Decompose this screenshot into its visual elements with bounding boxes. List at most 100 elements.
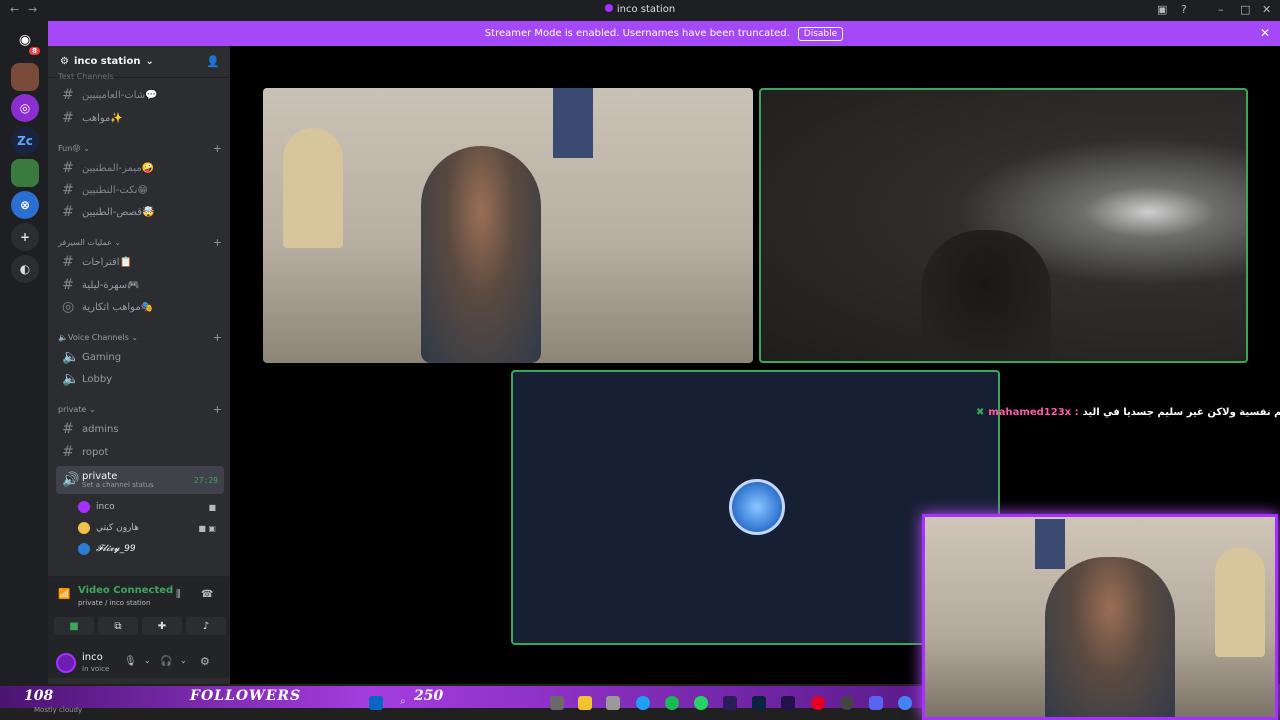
voice-channel-item[interactable]: 🔈 Lobby: [56, 369, 224, 389]
chrome-icon[interactable]: [898, 696, 912, 710]
lamp-image: [1215, 547, 1265, 657]
add-channel-icon[interactable]: +: [213, 331, 222, 344]
voice-location[interactable]: private / inco station: [78, 599, 150, 607]
channel-item[interactable]: # ميمز-المطنيين🤪: [56, 158, 224, 178]
after-effects-icon[interactable]: [781, 696, 795, 710]
participant-figure: [421, 146, 541, 363]
server-icon-zc[interactable]: Zc: [11, 127, 39, 155]
whatsapp-icon[interactable]: [694, 696, 708, 710]
screen-share-button[interactable]: ⧉: [98, 617, 138, 635]
channel-item[interactable]: # شات-العامينيين💬: [56, 85, 224, 105]
inbox-icon[interactable]: ▣: [1157, 3, 1167, 16]
premiere-icon[interactable]: [723, 696, 737, 710]
channel-item[interactable]: # مواهب✨: [56, 108, 224, 128]
voice-user[interactable]: 𝓕𝓵𝓲𝔁𝔂_99: [78, 540, 222, 558]
task-view-icon[interactable]: [550, 696, 564, 710]
pinterest-icon[interactable]: [811, 696, 825, 710]
category-private[interactable]: private ⌄ +: [58, 403, 224, 416]
edge-icon[interactable]: [636, 696, 650, 710]
add-channel-icon[interactable]: +: [213, 403, 222, 416]
channel-item[interactable]: # ropot: [56, 442, 224, 462]
minimize-icon[interactable]: –: [1218, 3, 1224, 16]
channel-item[interactable]: # اقتراحات📋: [56, 252, 224, 272]
voice-user-name: inco: [96, 502, 115, 512]
follower-goal: 250: [414, 688, 444, 704]
obs-icon[interactable]: [840, 696, 854, 710]
disconnect-icon[interactable]: ☎: [201, 589, 213, 600]
video-icon: ■ ▣: [198, 523, 216, 533]
chevron-down-icon: ⌄: [145, 56, 154, 67]
channel-label: نكت-النطنيين😁: [82, 184, 148, 196]
add-channel-icon[interactable]: +: [213, 236, 222, 249]
server-icon-5[interactable]: ⊗: [11, 191, 39, 219]
windows-start-icon[interactable]: [369, 696, 383, 710]
activities-button[interactable]: ✚: [142, 617, 182, 635]
server-icon-1[interactable]: [11, 63, 39, 91]
category-voice[interactable]: 🔈 Voice Channels ⌄ +: [58, 331, 224, 344]
speaker-icon: 🔈: [58, 333, 68, 342]
guild-gear-icon: ⚙: [60, 56, 69, 67]
maximize-icon[interactable]: □: [1240, 3, 1250, 16]
hash-icon: #: [62, 160, 74, 176]
add-channel-icon[interactable]: +: [213, 142, 222, 155]
channel-status[interactable]: Set a channel status: [82, 481, 154, 490]
channel-label: شات-العامينيين💬: [82, 89, 158, 101]
camera-button[interactable]: ■: [54, 617, 94, 635]
chevron-down-icon[interactable]: ⌄: [180, 656, 187, 665]
channel-item[interactable]: # قصص-الطنيين🤯: [56, 202, 224, 222]
store-icon[interactable]: [606, 696, 620, 710]
spotify-icon[interactable]: [665, 696, 679, 710]
photoshop-icon[interactable]: [752, 696, 766, 710]
soundboard-button[interactable]: ♪: [186, 617, 226, 635]
voice-user[interactable]: هارون كيتي ■ ▣: [78, 519, 222, 537]
streamer-mode-banner: Streamer Mode is enabled. Usernames have…: [48, 21, 1280, 46]
category-server[interactable]: عمليات السيرفر ⌄ +: [58, 236, 224, 249]
window-title: inco station: [0, 4, 1280, 15]
discord-home-icon[interactable]: ◉ 8: [11, 26, 42, 57]
help-icon[interactable]: ?: [1181, 3, 1187, 16]
server-icon-4[interactable]: [11, 159, 39, 187]
hash-icon: #: [62, 87, 74, 103]
channel-sidebar: ⚙ inco station ⌄ 👤 Text Channels # شات-ال…: [48, 46, 230, 696]
banner-close-icon[interactable]: ✕: [1260, 26, 1270, 40]
hash-icon: #: [62, 254, 74, 270]
guild-name: inco station: [73, 56, 141, 67]
title-bar: ← → inco station ▣ ? – □ ✕: [0, 0, 1280, 21]
disable-button[interactable]: Disable: [797, 26, 844, 41]
signal-icon: 📶: [58, 589, 71, 600]
chat-icon: ✖: [976, 407, 985, 418]
voice-status[interactable]: Video Connected: [78, 585, 173, 596]
channel-item[interactable]: # نكت-النطنيين😁: [56, 180, 224, 200]
discover-icon[interactable]: ◐: [11, 255, 39, 283]
voice-user-name: 𝓕𝓵𝓲𝔁𝔂_99: [96, 544, 136, 554]
server-list: ◉ 8 ◎ Zc ⊗ + ◐: [0, 21, 48, 696]
avatar[interactable]: [56, 653, 76, 673]
video-tile-inco[interactable]: [263, 88, 753, 363]
close-window-icon[interactable]: ✕: [1262, 3, 1271, 16]
search-icon[interactable]: ⌕: [400, 696, 414, 710]
channel-item[interactable]: # سهرة-ليلية🎮: [56, 275, 224, 295]
voice-connection-panel: 📶 Video Connected private / inco station…: [48, 576, 230, 648]
add-server-icon[interactable]: +: [11, 223, 39, 251]
settings-gear-icon[interactable]: ⚙: [200, 655, 210, 668]
avatar: [78, 522, 90, 534]
noise-suppression-icon[interactable]: ⫼: [176, 589, 181, 600]
file-explorer-icon[interactable]: [578, 696, 592, 710]
channel-label: ميمز-المطنيين🤪: [82, 162, 155, 174]
streamer-facecam: [922, 514, 1278, 720]
channel-item[interactable]: # admins: [56, 419, 224, 439]
microphone-icon[interactable]: 🎙: [124, 656, 137, 667]
headphones-icon[interactable]: 🎧: [160, 656, 172, 667]
channel-item[interactable]: ◎ مواهب اتكارية🎭: [56, 297, 224, 317]
active-voice-channel[interactable]: 🔊 private Set a channel status 27:29: [56, 466, 224, 494]
hash-icon: #: [62, 421, 74, 437]
streamer-figure: [1045, 557, 1175, 717]
invite-people-icon[interactable]: 👤: [206, 55, 220, 68]
video-tile-participant-2[interactable]: [759, 88, 1248, 363]
discord-taskbar-icon[interactable]: [869, 696, 883, 710]
voice-user[interactable]: inco ■: [78, 498, 222, 516]
chevron-down-icon[interactable]: ⌄: [144, 656, 151, 665]
server-icon-inco-station[interactable]: ◎: [11, 94, 39, 122]
voice-channel-item[interactable]: 🔈 Gaming: [56, 347, 224, 367]
category-fun[interactable]: Fun😝 ⌄ +: [58, 142, 224, 155]
